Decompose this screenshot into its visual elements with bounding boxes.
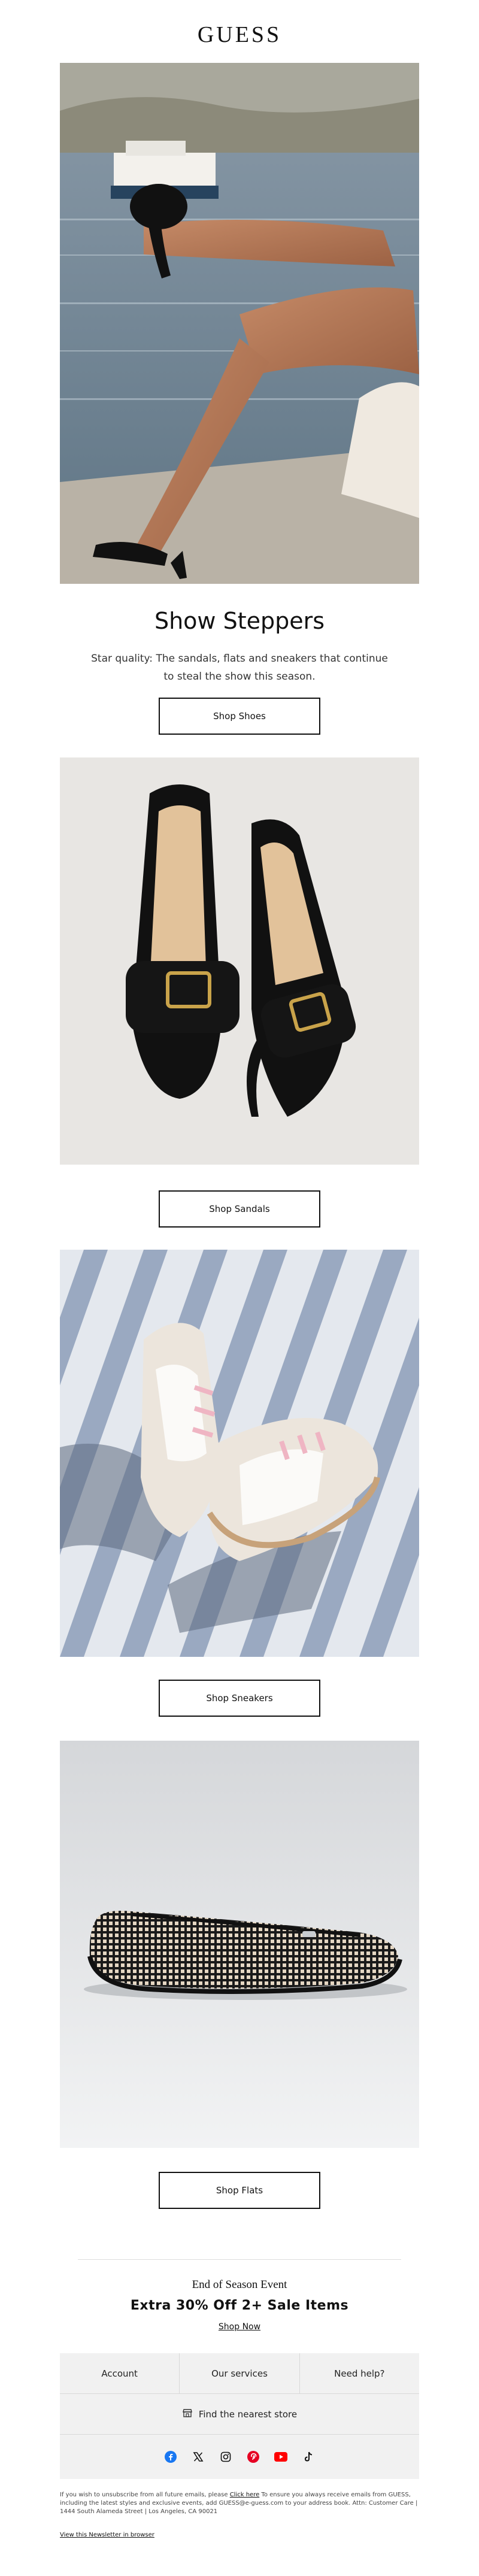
guess-logo[interactable]: GUESS bbox=[0, 22, 479, 48]
x-icon[interactable] bbox=[192, 2450, 205, 2463]
unsubscribe-text: If you wish to unsubscribe from all futu… bbox=[60, 2492, 230, 2498]
event-title: End of Season Event bbox=[192, 2278, 287, 2291]
email-page: GUESS Show Steppers Star quality: The sa… bbox=[0, 0, 479, 2576]
store-icon bbox=[182, 2408, 193, 2421]
shop-sneakers-button[interactable]: Shop Sneakers bbox=[159, 1680, 320, 1717]
shop-now-link[interactable]: Shop Now bbox=[219, 2322, 260, 2332]
instagram-icon[interactable] bbox=[219, 2450, 232, 2463]
shop-flats-button[interactable]: Shop Flats bbox=[159, 2172, 320, 2209]
youtube-icon[interactable] bbox=[274, 2450, 287, 2463]
legal-text: If you wish to unsubscribe from all futu… bbox=[60, 2491, 419, 2516]
shop-sandals-button[interactable]: Shop Sandals bbox=[159, 1190, 320, 1228]
store-finder-label: Find the nearest store bbox=[198, 2408, 298, 2420]
shop-shoes-button[interactable]: Shop Shoes bbox=[159, 698, 320, 735]
pinterest-icon[interactable] bbox=[247, 2450, 260, 2463]
store-finder-link[interactable]: Find the nearest store bbox=[60, 2394, 419, 2435]
footer-navigation: Account Our services Need help? Find the… bbox=[60, 2353, 419, 2479]
sale-title: Extra 30% Off 2+ Sale Items bbox=[130, 2298, 349, 2313]
headline: Show Steppers bbox=[154, 608, 325, 634]
social-row bbox=[60, 2435, 419, 2479]
account-link[interactable]: Account bbox=[60, 2353, 179, 2393]
need-help-link[interactable]: Need help? bbox=[299, 2353, 419, 2393]
sandals-image[interactable] bbox=[60, 757, 419, 1165]
tiktok-icon[interactable] bbox=[302, 2450, 315, 2463]
unsubscribe-link[interactable]: Click here bbox=[230, 2492, 260, 2498]
hero-subcopy: Star quality: The sandals, flats and sne… bbox=[91, 653, 388, 683]
footer-links-row: Account Our services Need help? bbox=[60, 2353, 419, 2394]
our-services-link[interactable]: Our services bbox=[179, 2353, 299, 2393]
facebook-icon[interactable] bbox=[164, 2450, 177, 2463]
shop-now-link-wrapper: Shop Now bbox=[0, 2322, 479, 2332]
sneakers-image[interactable] bbox=[60, 1250, 419, 1657]
hero-image[interactable] bbox=[60, 63, 419, 584]
divider bbox=[78, 2259, 401, 2260]
flats-image[interactable] bbox=[60, 1741, 419, 2148]
view-in-browser-link[interactable]: View this Newsletter in browser bbox=[60, 2532, 154, 2538]
